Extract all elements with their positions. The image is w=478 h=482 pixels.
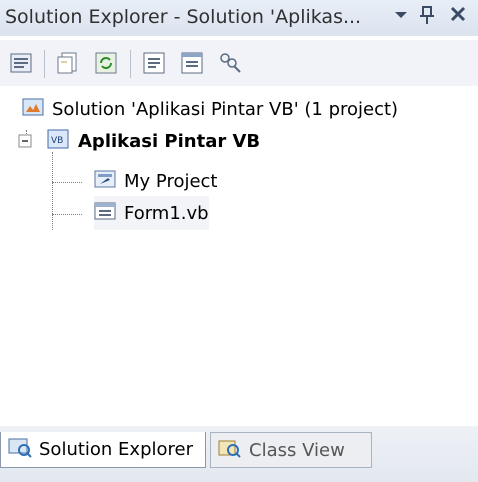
toolbar-separator — [44, 50, 45, 78]
my-project-icon — [94, 169, 116, 193]
svg-text:VB: VB — [51, 136, 63, 146]
view-code-icon[interactable] — [138, 47, 170, 79]
project-node[interactable]: VB Aplikasi Pintar VB — [18, 124, 260, 158]
tab-strip: Solution Explorer Class View — [0, 426, 478, 482]
close-icon[interactable] — [448, 4, 468, 29]
title-bar: Solution Explorer - Solution 'Aplikas... — [0, 0, 478, 36]
tree-item-label: My Project — [124, 170, 218, 192]
tree-line — [52, 182, 82, 183]
pin-icon[interactable] — [418, 4, 436, 31]
tree-line — [52, 152, 53, 230]
properties-icon[interactable] — [6, 47, 38, 79]
toolbar — [0, 40, 478, 86]
toolbar-separator — [130, 50, 131, 78]
solution-node[interactable]: Solution 'Aplikasi Pintar VB' (1 project… — [22, 92, 398, 126]
tree-line — [52, 214, 82, 215]
solution-icon — [22, 96, 44, 122]
show-all-files-icon[interactable] — [52, 47, 84, 79]
solution-explorer-icon — [7, 436, 33, 463]
solution-tree: Solution 'Aplikasi Pintar VB' (1 project… — [0, 86, 478, 426]
project-label: Aplikasi Pintar VB — [78, 130, 261, 152]
tab-label: Class View — [249, 439, 345, 461]
tab-solution-explorer[interactable]: Solution Explorer — [0, 432, 206, 468]
window-title: Solution Explorer - Solution 'Aplikas... — [5, 6, 362, 28]
solution-label: Solution 'Aplikasi Pintar VB' (1 project… — [52, 98, 399, 120]
refresh-icon[interactable] — [90, 47, 122, 79]
tab-label: Solution Explorer — [39, 439, 193, 460]
view-designer-icon[interactable] — [176, 47, 208, 79]
tree-item-label: Form1.vb — [124, 202, 209, 224]
class-view-tab-icon — [217, 437, 243, 464]
collapse-icon[interactable] — [18, 134, 32, 148]
vb-project-icon: VB — [46, 128, 70, 154]
tree-item-my-project[interactable]: My Project — [94, 164, 218, 198]
class-view-icon[interactable] — [214, 47, 246, 79]
tab-class-view[interactable]: Class View — [210, 432, 372, 468]
form-file-icon — [94, 201, 116, 225]
chevron-down-icon[interactable] — [392, 4, 410, 28]
tree-item-form1[interactable]: Form1.vb — [94, 196, 209, 230]
